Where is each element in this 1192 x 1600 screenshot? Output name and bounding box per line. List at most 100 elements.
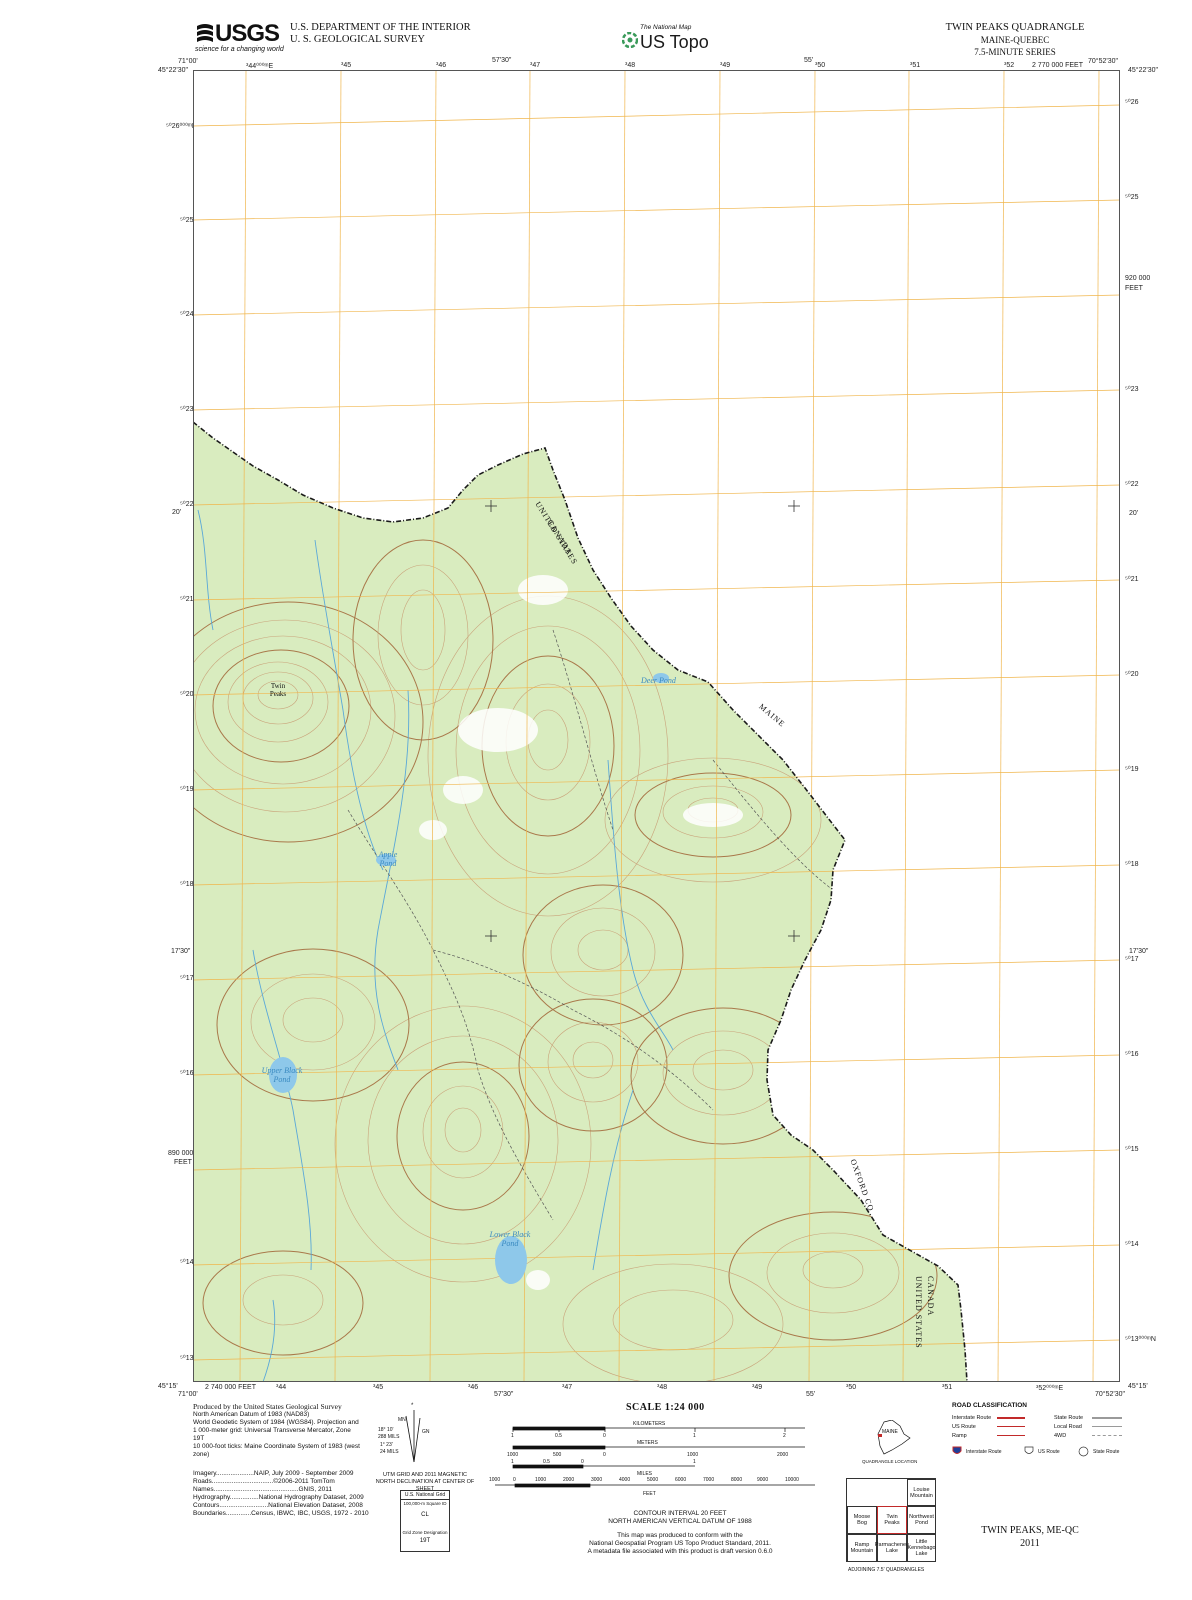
ft-tick: 3000: [591, 1477, 603, 1483]
shield-label: Interstate Route: [966, 1449, 1002, 1455]
bottom-tick: ³50: [846, 1384, 857, 1391]
right-tick: ⁵⁰14: [1125, 1241, 1139, 1248]
maine-state-label: MAINE: [882, 1429, 898, 1435]
grid-zone-id: 19T: [419, 1538, 431, 1544]
adjoining-cell: Parmachenee Lake: [875, 1534, 909, 1562]
right-tick: 920 000: [1125, 275, 1151, 282]
national-map-logo: The National Map US Topo: [622, 24, 712, 58]
bottom-tick: ³52⁰⁰⁰ᵐE: [1036, 1385, 1064, 1392]
ft-tick: 7000: [703, 1477, 715, 1483]
route-shields: Interstate Route US Route State Route: [952, 1446, 1132, 1458]
datum-line: 10 000-foot ticks: Maine Coordinate Syst…: [193, 1443, 360, 1450]
united-states-label-south: UNITED STATES: [914, 1276, 923, 1349]
decl-value: 288 MILS: [378, 1434, 400, 1440]
conform-line: This map was produced to conform with th…: [617, 1532, 743, 1539]
road-item: Interstate Route: [952, 1414, 1042, 1423]
bottom-tick: ³47: [562, 1384, 573, 1391]
ft-tick: 6000: [675, 1477, 687, 1483]
left-tick: ⁵⁰22: [180, 501, 194, 508]
produced-by: Produced by the United States Geological…: [193, 1402, 342, 1411]
contour-interval: CONTOUR INTERVAL 20 FEET: [633, 1510, 727, 1517]
ft-tick: 8000: [731, 1477, 743, 1483]
adjoining-cell: Little Kennebago Lake: [907, 1534, 936, 1562]
m-tick: 500: [553, 1452, 562, 1458]
road-item: Local Road: [1054, 1423, 1134, 1432]
corner-bottom-left-lon: 71°00': [178, 1391, 198, 1398]
deer-pond-label: Deer Pond: [641, 676, 676, 685]
right-tick: ⁵⁰20: [1125, 671, 1139, 678]
right-tick: ⁵⁰17: [1125, 956, 1139, 963]
upper-black-pond-label: Upper Black Pond: [261, 1066, 303, 1084]
km-tick: 2: [783, 1433, 786, 1439]
conform-line: A metadata file associated with this pro…: [587, 1548, 773, 1555]
left-tick: 17'30": [171, 948, 191, 955]
adjoining-cell: Ramp Mountain: [847, 1534, 877, 1562]
bottom-tick: ³49: [752, 1384, 763, 1391]
credit-line: Hydrography................National Hydr…: [193, 1494, 364, 1501]
ft-tick: 10000: [785, 1477, 799, 1483]
top-tick: ³51: [910, 62, 921, 69]
right-tick: ⁵⁰13⁰⁰⁰ᵐN: [1125, 1336, 1156, 1343]
usgs-tagline: science for a changing world: [195, 46, 284, 53]
road-legend-right: State Route Local Road 4WD: [1054, 1414, 1134, 1441]
national-grid-title: U.S. National Grid: [401, 1491, 449, 1500]
bottom-tick: ³45: [373, 1384, 384, 1391]
scale-bars: 1 0.5 0 1 2 KILOMETERS 1000 500 0 1000 2…: [489, 1420, 825, 1505]
road-legend-left: Interstate Route US Route Ramp: [952, 1414, 1042, 1441]
interstate-shield-icon: [952, 1446, 962, 1454]
right-tick: ⁵⁰22: [1125, 481, 1139, 488]
national-map-leaf-icon: [622, 32, 638, 48]
bottom-tick: ³44: [276, 1384, 287, 1391]
right-tick: ⁵⁰21: [1125, 576, 1139, 583]
ft-label: FEET: [643, 1491, 656, 1497]
right-tick: FEET: [1125, 285, 1143, 292]
map-footer-name: TWIN PEAKS, ME-QC 2011: [975, 1524, 1085, 1550]
grid-zone-label: Grid Zone Designation: [402, 1530, 448, 1535]
top-tick: ³46: [436, 62, 447, 69]
topographic-map[interactable]: Twin Peaks Deer Pond Apple Pond Upper Bl…: [192, 69, 1121, 1383]
left-tick: ⁵⁰25: [180, 217, 194, 224]
km-label: KILOMETERS: [633, 1421, 666, 1427]
top-tick: 55': [804, 57, 814, 64]
bottom-tick: 2 740 000 FEET: [205, 1384, 256, 1391]
left-tick: ⁵⁰13: [180, 1355, 194, 1362]
quadrangle-title: TWIN PEAKS QUADRANGLE MAINE-QUEBEC 7.5-M…: [930, 22, 1100, 58]
right-tick: ⁵⁰16: [1125, 1051, 1139, 1058]
left-tick: ⁵⁰20: [180, 691, 194, 698]
declination-diagram: * MN GN 18° 10' 288 MILS 1° 23' 24 MILS: [378, 1403, 438, 1466]
adjoining-caption: ADJOINING 7.5' QUADRANGLES: [848, 1567, 925, 1573]
ft-tick: 0: [513, 1477, 516, 1483]
adjoining-cell-current: Twin Peaks: [877, 1506, 907, 1534]
ft-tick: 5000: [647, 1477, 659, 1483]
right-tick: ⁵⁰15: [1125, 1146, 1139, 1153]
right-tick: ⁵⁰19: [1125, 766, 1139, 773]
state-route-shield-icon: [1078, 1446, 1089, 1457]
right-tick: ⁵⁰18: [1125, 861, 1139, 868]
road-classification: ROAD CLASSIFICATION Interstate Route US …: [952, 1402, 1132, 1462]
national-grid-box: U.S. National Grid 100,000-m Square ID C…: [400, 1490, 450, 1552]
left-tick: 20': [172, 509, 182, 516]
footer-quad-name: TWIN PEAKS, ME-QC: [981, 1525, 1079, 1536]
m-tick: 0: [603, 1452, 606, 1458]
footer-year: 2011: [1020, 1538, 1040, 1549]
usgs-logo: USGS science for a changing world: [195, 20, 284, 56]
left-tick: ⁵⁰24: [180, 311, 194, 318]
right-tick: 17'30": [1129, 948, 1149, 955]
adjoining-cell: Northwest Pond: [907, 1506, 936, 1534]
right-tick: ⁵⁰26: [1125, 99, 1139, 106]
left-tick: ⁵⁰18: [180, 881, 194, 888]
mi-tick: 0.5: [543, 1459, 550, 1465]
m-label: METERS: [637, 1440, 658, 1446]
datum-line: World Geodetic System of 1984 (WGS84). P…: [193, 1419, 359, 1426]
map-canvas: [192, 69, 1121, 1383]
left-tick: 890 000: [168, 1150, 194, 1157]
left-tick: ⁵⁰21: [180, 596, 194, 603]
us-route-shield-icon: [1024, 1446, 1034, 1454]
data-credits: Imagery.....................NAIP, July 2…: [193, 1470, 373, 1518]
bottom-tick: 55': [806, 1391, 816, 1398]
road-item: State Route: [1054, 1414, 1134, 1423]
decl-value: 24 MILS: [380, 1449, 399, 1455]
road-classification-title: ROAD CLASSIFICATION: [952, 1402, 1027, 1409]
top-tick: 57'30": [492, 57, 512, 64]
national-grid-id: CL: [421, 1512, 429, 1518]
